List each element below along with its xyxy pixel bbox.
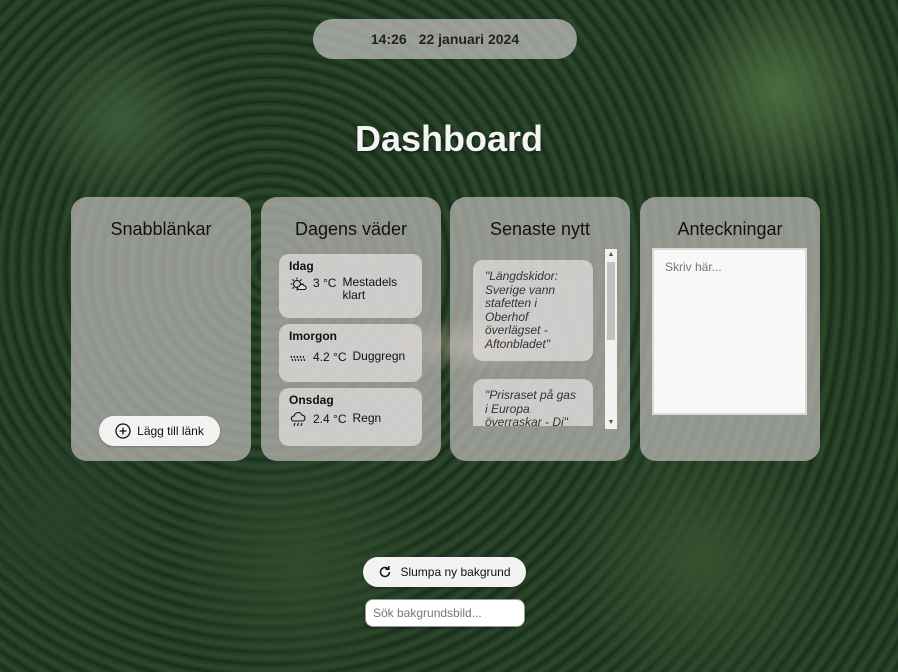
weather-card: Dagens väder Idag 3 °C Mestadels klart I… [261, 197, 441, 461]
shuffle-background-label: Slumpa ny bakgrund [400, 565, 511, 579]
news-card: Senaste nytt "Längdskidor: Sverige vann … [450, 197, 630, 461]
weather-temp: 2.4 °C [313, 412, 347, 426]
rain-cloud-icon [290, 412, 306, 427]
weather-desc: Duggregn [352, 349, 406, 363]
clock-date: 22 januari 2024 [418, 31, 520, 47]
weather-day: Imorgon [289, 329, 337, 343]
weather-temp: 4.2 °C [313, 350, 347, 364]
news-item[interactable]: "Längdskidor: Sverige vann stafetten i O… [473, 260, 593, 361]
clock-time: 14:26 [370, 31, 407, 47]
weather-item-today: Idag 3 °C Mestadels klart [279, 254, 422, 318]
clock-bar: 14:26 22 januari 2024 [313, 19, 577, 59]
scrollbar-thumb[interactable] [607, 262, 615, 340]
weather-desc: Mestadels klart [342, 275, 398, 302]
weather-temp: 3 °C [313, 276, 337, 290]
news-item[interactable]: "Prisraset på gas i Europa överraskar - … [473, 379, 593, 426]
news-scrollbar[interactable]: ▲ ▼ [605, 249, 617, 429]
shuffle-background-button[interactable]: Slumpa ny bakgrund [363, 557, 526, 587]
background-search-input[interactable] [365, 599, 525, 627]
page-title: Dashboard [354, 118, 544, 159]
scroll-down-arrow-icon[interactable]: ▼ [605, 417, 617, 429]
quicklinks-card: Snabblänkar Lägg till länk [71, 197, 251, 461]
weather-day: Idag [289, 259, 314, 273]
plus-circle-icon [115, 423, 131, 439]
refresh-icon [380, 566, 391, 578]
weather-day: Onsdag [289, 393, 334, 407]
weather-item-tomorrow: Imorgon 4.2 °C Duggregn [279, 324, 422, 382]
news-list[interactable]: "Längdskidor: Sverige vann stafetten i O… [473, 249, 606, 426]
notes-textarea[interactable] [652, 248, 807, 415]
notes-card: Anteckningar [640, 197, 820, 461]
weather-desc: Regn [352, 411, 382, 425]
notes-heading: Anteckningar [677, 219, 783, 239]
weather-item-wednesday: Onsdag 2.4 °C Regn [279, 388, 422, 446]
partly-sunny-icon [290, 277, 307, 291]
weather-heading: Dagens väder [294, 219, 408, 239]
scroll-up-arrow-icon[interactable]: ▲ [605, 249, 617, 261]
add-link-label: Lägg till länk [137, 424, 204, 438]
quicklinks-heading: Snabblänkar [110, 219, 212, 239]
add-link-button[interactable]: Lägg till länk [99, 416, 220, 446]
drizzle-icon [290, 355, 306, 363]
news-heading: Senaste nytt [489, 219, 591, 239]
